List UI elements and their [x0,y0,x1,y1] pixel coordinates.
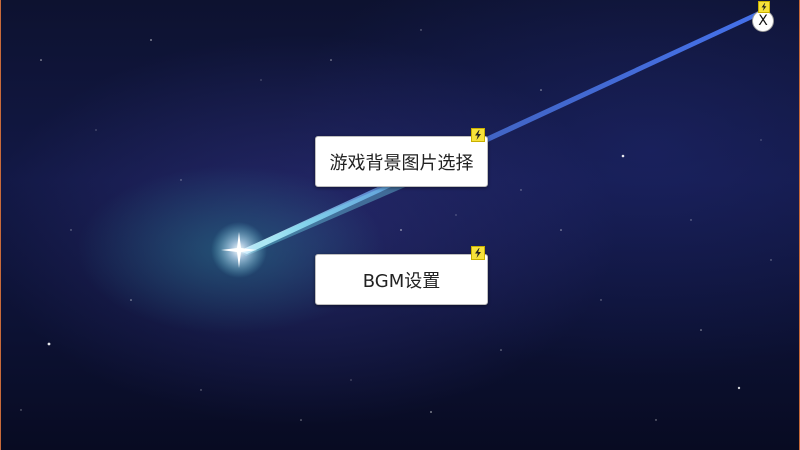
bgm-settings-label: BGM设置 [362,270,441,292]
lightning-bolt-icon [758,1,770,13]
game-screen: 游戏背景图片选择 BGM设置 X [0,0,800,450]
background-select-button[interactable]: 游戏背景图片选择 [315,128,488,187]
background-select-label: 游戏背景图片选择 [329,152,474,174]
starry-sky-background [20,10,772,421]
star-field [20,29,772,421]
bgm-settings-button[interactable]: BGM设置 [315,246,488,305]
lightning-bolt-icon [471,128,485,142]
close-button[interactable]: X [752,1,774,32]
lightning-bolt-icon [471,246,485,260]
close-label: X [758,13,768,29]
